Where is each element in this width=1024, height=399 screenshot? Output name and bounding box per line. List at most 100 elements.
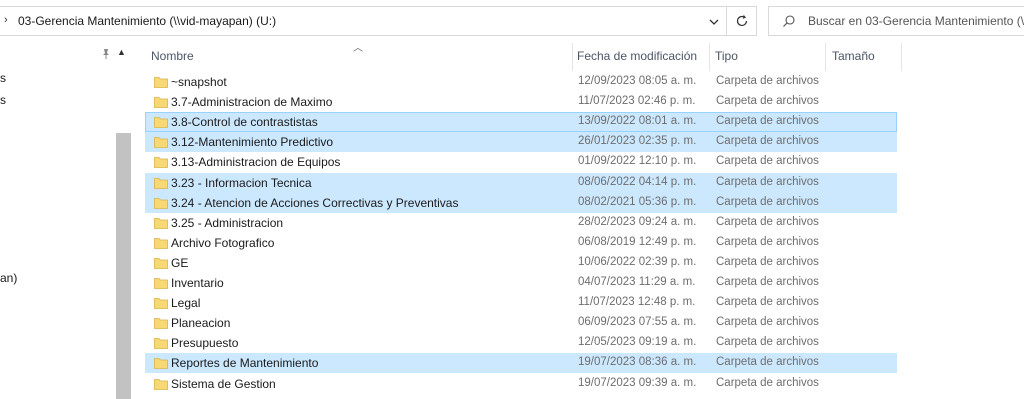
column-divider[interactable] [709,43,710,71]
file-name[interactable]: ~snapshot [171,75,227,89]
folder-icon [154,379,168,390]
file-row[interactable]: Archivo Fotografico 06/08/2019 12:49 p. m… [145,233,897,253]
file-row[interactable]: 3.23 - Informacion Tecnica 08/06/2022 04:… [145,173,897,193]
file-row[interactable]: 3.25 - Administracion 28/02/2023 09:24 a.… [145,213,897,233]
column-name[interactable]: Nombre [151,49,194,63]
file-type: Carpeta de archivos [716,176,819,188]
column-header-row: Nombre Fecha de modificación Tipo Tamaño [145,43,1024,71]
file-row[interactable]: 3.7-Administracion de Maximo 11/07/2023 0… [145,92,897,112]
file-row[interactable]: Legal 11/07/2023 12:48 p. m. Carpeta de ar… [145,293,897,313]
file-name[interactable]: 3.12-Mantenimiento Predictivo [171,135,333,149]
column-divider[interactable] [572,43,573,71]
file-type: Carpeta de archivos [716,115,819,127]
folder-icon [154,198,168,209]
file-name[interactable]: 3.8-Control de contrastistas [171,115,318,129]
breadcrumb-chevron-icon[interactable]: › [4,14,8,26]
column-divider[interactable] [901,43,902,71]
scroll-up-icon[interactable]: ▲ [117,47,126,57]
file-type: Carpeta de archivos [716,316,819,328]
file-modified: 13/09/2022 08:01 a. m. [578,115,697,127]
file-name[interactable]: 3.7-Administracion de Maximo [171,95,332,109]
file-name[interactable]: 3.24 - Atencion de Acciones Correctivas … [171,196,458,210]
file-modified: 12/05/2023 09:19 a. m. [578,336,697,348]
file-modified: 01/09/2022 12:10 p. m. [578,155,697,167]
file-modified: 11/07/2023 12:48 p. m. [578,296,696,308]
column-divider[interactable] [825,43,826,71]
folder-icon [154,278,168,289]
folder-icon [154,137,168,148]
file-type: Carpeta de archivos [716,95,819,107]
address-bar[interactable]: › 03-Gerencia Mantenimiento (\\vid-mayap… [0,6,757,36]
file-row[interactable]: Planeacion 06/09/2023 07:55 a. m. Carpeta … [145,313,897,333]
file-name[interactable]: Presupuesto [171,336,238,350]
file-row[interactable]: 3.24 - Atencion de Acciones Correctivas … [145,193,897,213]
file-row[interactable]: Sistema de Gestion 19/07/2023 09:39 a. m.… [145,374,897,394]
file-modified: 06/09/2023 07:55 a. m. [578,316,697,328]
file-row[interactable]: GE 10/06/2022 02:39 p. m. Carpeta de archi… [145,253,897,273]
folder-icon [154,178,168,189]
file-row[interactable]: 3.13-Administracion de Equipos 01/09/2022… [145,152,897,172]
search-icon [783,15,795,27]
folder-icon [154,157,168,168]
file-modified: 28/02/2023 09:24 a. m. [578,216,697,228]
file-type: Carpeta de archivos [716,236,819,248]
file-type: Carpeta de archivos [716,377,819,389]
folder-icon [154,97,168,108]
file-modified: 08/06/2022 04:14 p. m. [578,176,697,188]
file-name[interactable]: GE [171,256,188,270]
file-name[interactable]: Sistema de Gestion [171,377,276,391]
refresh-icon[interactable] [734,13,750,29]
file-type: Carpeta de archivos [716,196,819,208]
folder-icon [154,338,168,349]
search-box[interactable]: Buscar en 03-Gerencia Mantenimiento (\\ [768,6,1024,36]
address-path[interactable]: 03-Gerencia Mantenimiento (\\vid-mayapan… [18,14,276,28]
file-modified: 04/07/2023 11:29 a. m. [578,276,696,288]
file-name[interactable]: Inventario [171,276,224,290]
file-row[interactable]: ~snapshot 12/09/2023 08:05 a. m. Carpeta d… [145,72,897,92]
file-modified: 19/07/2023 08:36 a. m. [578,356,697,368]
file-name[interactable]: Legal [171,296,200,310]
folder-icon [154,117,168,128]
file-modified: 06/08/2019 12:49 p. m. [578,236,697,248]
file-row[interactable]: Reportes de Mantenimiento 19/07/2023 08:3… [145,353,897,373]
file-name[interactable]: 3.25 - Administracion [171,216,283,230]
file-name[interactable]: 3.23 - Informacion Tecnica [171,176,312,190]
nav-scrollbar[interactable] [116,133,131,399]
file-type: Carpeta de archivos [716,135,819,147]
folder-icon [154,77,168,88]
file-row[interactable]: Presupuesto 12/05/2023 09:19 a. m. Carpeta… [145,333,897,353]
file-type: Carpeta de archivos [716,336,819,348]
column-type[interactable]: Tipo [715,49,738,63]
folder-icon [154,218,168,229]
file-row[interactable]: Inventario 04/07/2023 11:29 a. m. Carpeta … [145,273,897,293]
file-type: Carpeta de archivos [716,276,819,288]
file-type: Carpeta de archivos [716,155,819,167]
nav-item-fragment[interactable]: an) [0,271,17,285]
navigation-pane[interactable]: ▲ s s an) [0,43,132,399]
file-type: Carpeta de archivos [716,75,819,87]
file-modified: 19/07/2023 09:39 a. m. [578,377,697,389]
folder-icon [154,258,168,269]
nav-item-fragment[interactable]: s [0,93,6,107]
file-name[interactable]: 3.13-Administracion de Equipos [171,155,340,169]
nav-item-fragment[interactable]: s [0,71,6,85]
file-name[interactable]: Planeacion [171,316,230,330]
file-row[interactable]: 3.12-Mantenimiento Predictivo 26/01/2023 … [145,132,897,152]
file-row[interactable]: 3.8-Control de contrastistas 13/09/2022 0… [145,112,897,132]
folder-icon [154,238,168,249]
pin-icon[interactable] [100,48,112,60]
toolbar: › 03-Gerencia Mantenimiento (\\vid-mayap… [0,0,1024,43]
folder-icon [154,298,168,309]
search-placeholder[interactable]: Buscar en 03-Gerencia Mantenimiento (\\ [808,14,1024,28]
chevron-down-icon[interactable] [706,14,722,30]
address-separator [726,7,727,35]
file-type: Carpeta de archivos [716,216,819,228]
file-name[interactable]: Archivo Fotografico [171,236,274,250]
file-modified: 08/02/2021 05:36 p. m. [578,196,697,208]
column-modified[interactable]: Fecha de modificación [577,49,697,63]
file-modified: 10/06/2022 02:39 p. m. [578,256,697,268]
folder-icon [154,358,168,369]
file-name[interactable]: Reportes de Mantenimiento [171,356,318,370]
column-size[interactable]: Tamaño [832,49,875,63]
file-modified: 11/07/2023 02:46 p. m. [578,95,696,107]
